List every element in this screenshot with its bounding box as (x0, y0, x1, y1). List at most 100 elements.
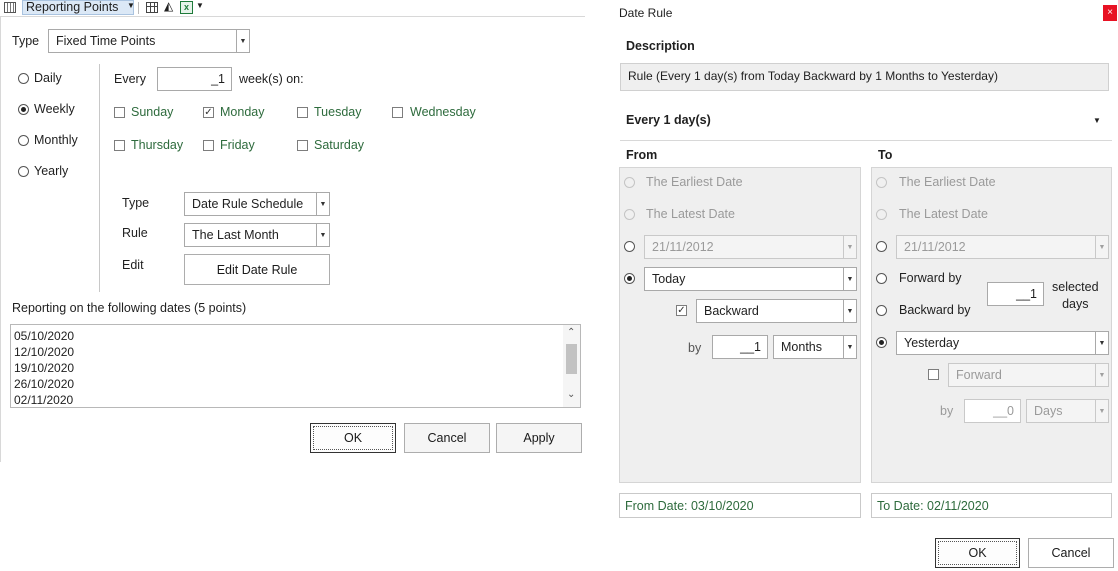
to-direction-checkbox[interactable] (928, 369, 939, 380)
dialog-ok-button[interactable]: OK (935, 538, 1020, 568)
to-date-result-text: To Date: 02/11/2020 (877, 498, 989, 513)
checkbox-saturday[interactable] (297, 140, 308, 151)
to-radio-forward-by[interactable] (876, 273, 887, 284)
to-yesterday-select[interactable]: Yesterday ▼ (896, 331, 1109, 355)
apply-button[interactable]: Apply (496, 423, 582, 453)
list-item[interactable]: 05/10/2020 (14, 329, 74, 343)
from-latest-label: The Latest Date (646, 207, 735, 221)
list-item[interactable]: 26/10/2020 (14, 377, 74, 391)
from-radio-earliest[interactable] (624, 177, 635, 188)
to-selected-days-label: selected days (1052, 280, 1099, 311)
to-date-result: To Date: 02/11/2020 (871, 493, 1112, 518)
radio-monthly[interactable] (18, 135, 29, 146)
to-radio-date[interactable] (876, 241, 887, 252)
reporting-dates-label: Reporting on the following dates (5 poin… (12, 301, 247, 315)
vertical-divider (99, 64, 100, 292)
chevron-down-icon: ▼ (1095, 332, 1108, 354)
to-latest-label: The Latest Date (899, 207, 988, 221)
list-item[interactable]: 12/10/2020 (14, 345, 74, 359)
to-radio-latest[interactable] (876, 209, 887, 220)
from-earliest-label: The Earliest Date (646, 175, 743, 189)
every-header: Every 1 day(s) (626, 113, 711, 127)
scroll-down-icon[interactable]: ⌄ (567, 389, 575, 400)
cancel-button[interactable]: Cancel (404, 423, 490, 453)
dialog-cancel-button[interactable]: Cancel (1028, 538, 1114, 568)
from-direction-checkbox[interactable]: ✓ (676, 305, 687, 316)
radio-yearly-label: Yearly (34, 164, 69, 178)
panel-border (0, 16, 1, 462)
table-icon[interactable] (146, 2, 158, 13)
from-direction-value: Backward (704, 304, 759, 318)
schedule-type-label: Type (122, 196, 150, 210)
excel-dropdown-icon[interactable]: ▼ (196, 1, 204, 10)
chart-icon[interactable]: ◭ (164, 0, 173, 13)
to-earliest-label: The Earliest Date (899, 175, 996, 189)
checkbox-friday[interactable] (203, 140, 214, 151)
to-by-label: by (940, 404, 954, 418)
rule-value: The Last Month (192, 228, 279, 242)
checkbox-thursday[interactable] (114, 140, 125, 151)
from-by-label: by (688, 341, 702, 355)
calendar-grid-icon[interactable] (4, 2, 16, 13)
rule-label: Rule (122, 226, 148, 240)
radio-weekly[interactable] (18, 104, 29, 115)
chevron-down-icon[interactable]: ▼ (1093, 116, 1101, 125)
chevron-down-icon[interactable]: ▼ (127, 1, 135, 10)
to-by-input[interactable]: __0 (964, 399, 1021, 423)
checkbox-wednesday[interactable] (392, 107, 403, 118)
from-date-select[interactable]: 21/11/2012 ▼ (644, 235, 857, 259)
dates-list[interactable]: 05/10/2020 12/10/2020 19/10/2020 26/10/2… (10, 324, 581, 408)
radio-daily[interactable] (18, 73, 29, 84)
to-yesterday-value: Yesterday (904, 336, 960, 350)
to-header: To (878, 148, 893, 162)
checkbox-tuesday-label: Tuesday (314, 105, 362, 119)
from-direction-select[interactable]: Backward ▼ (696, 299, 857, 323)
schedule-type-select[interactable]: Date Rule Schedule ▼ (184, 192, 330, 216)
scroll-thumb[interactable] (566, 344, 577, 374)
description-label: Description (626, 39, 695, 53)
edit-label: Edit (122, 258, 144, 272)
to-date-select[interactable]: 21/11/2012 ▼ (896, 235, 1109, 259)
from-radio-today[interactable] (624, 273, 635, 284)
every-label: Every (114, 72, 146, 86)
chevron-down-icon: ▼ (843, 300, 856, 322)
every-input[interactable]: _1 (157, 67, 232, 91)
checkbox-tuesday[interactable] (297, 107, 308, 118)
type-select-value: Fixed Time Points (56, 34, 156, 48)
list-item[interactable]: 19/10/2020 (14, 361, 74, 375)
to-unit-select[interactable]: Days ▼ (1026, 399, 1109, 423)
from-date-result-text: From Date: 03/10/2020 (625, 498, 754, 513)
from-radio-latest[interactable] (624, 209, 635, 220)
edit-date-rule-button[interactable]: Edit Date Rule (184, 254, 330, 285)
scroll-up-icon[interactable]: ⌃ (567, 327, 575, 338)
from-by-input[interactable]: __1 (712, 335, 768, 359)
chevron-down-icon: ▼ (843, 236, 856, 258)
to-direction-select[interactable]: Forward ▼ (948, 363, 1109, 387)
to-radio-backward-by[interactable] (876, 305, 887, 316)
to-date-value: 21/11/2012 (904, 240, 966, 254)
checkbox-thursday-label: Thursday (131, 138, 184, 152)
checkbox-sunday[interactable] (114, 107, 125, 118)
weeks-on-label: week(s) on: (239, 72, 304, 86)
schedule-type-value: Date Rule Schedule (192, 197, 304, 211)
close-icon[interactable]: × (1103, 5, 1117, 21)
from-radio-date[interactable] (624, 241, 635, 252)
radio-yearly[interactable] (18, 166, 29, 177)
checkbox-monday[interactable]: ✓ (203, 107, 214, 118)
ok-button[interactable]: OK (310, 423, 396, 453)
from-today-value: Today (652, 272, 686, 286)
rule-select[interactable]: The Last Month ▼ (184, 223, 330, 247)
from-today-select[interactable]: Today ▼ (644, 267, 857, 291)
to-radio-yesterday[interactable] (876, 337, 887, 348)
scrollbar[interactable]: ⌃ ⌄ (563, 325, 580, 407)
list-item[interactable]: 02/11/2020 (14, 393, 73, 407)
excel-icon[interactable]: x (180, 1, 193, 14)
to-selected-input[interactable]: __1 (987, 282, 1044, 306)
checkbox-sunday-label: Sunday (131, 105, 174, 119)
dialog-title: Date Rule (619, 6, 673, 20)
checkbox-friday-label: Friday (220, 138, 255, 152)
divider (138, 2, 139, 14)
to-radio-earliest[interactable] (876, 177, 887, 188)
from-unit-select[interactable]: Months ▼ (773, 335, 857, 359)
type-select[interactable]: Fixed Time Points ▼ (48, 29, 250, 53)
